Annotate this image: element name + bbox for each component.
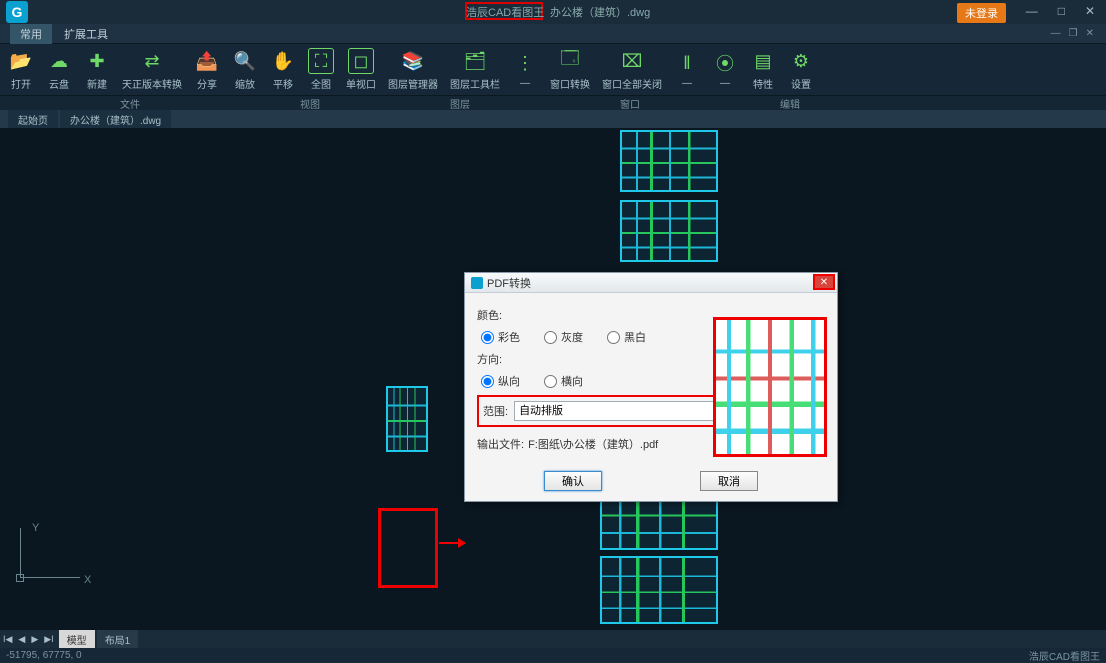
radio-dir-portrait[interactable]: 纵向: [481, 373, 520, 389]
pdf-convert-dialog: PDF转换 ✕ 颜色: 彩色 灰度 黑白 方向: 纵向 横向 范围: 自动排版 …: [464, 272, 838, 502]
document-tabs: 起始页 办公楼（建筑）.dwg: [0, 110, 1106, 128]
group-window: 窗口: [580, 96, 680, 110]
ucs-y-label: Y: [32, 522, 39, 534]
viewport-button[interactable]: ◻单视口: [346, 48, 376, 91]
watermark: 浩辰CAD看图王: [1029, 648, 1100, 663]
group-layer: 图层: [410, 96, 510, 110]
dialog-title: PDF转换: [487, 275, 531, 291]
drawing-thumb-2: [620, 200, 718, 262]
p2-icon: ⦿: [712, 50, 738, 76]
p1-button[interactable]: ‖—: [674, 50, 700, 89]
doc-window-controls: — ❐ ✕: [1051, 28, 1094, 39]
login-button[interactable]: 未登录: [957, 3, 1006, 23]
ribbon-toolbar: 📂打开 ☁云盘 ✚新建 ⇄天正版本转换 📤分享 🔍缩放 ✋平移 ⛶全图 ◻单视口…: [0, 44, 1106, 96]
share-icon: 📤: [194, 48, 220, 74]
doc-restore[interactable]: ❐: [1069, 28, 1078, 39]
radio-color-bw[interactable]: 黑白: [607, 329, 646, 345]
ribbon-group-labels: 文件 视图 图层 窗口 编辑: [0, 96, 1106, 110]
nav-last[interactable]: ▶I: [41, 634, 56, 645]
cloud-button[interactable]: ☁云盘: [46, 48, 72, 91]
viewport-icon: ◻: [348, 48, 374, 74]
maximize-button[interactable]: □: [1053, 2, 1070, 20]
drawing-thumb-small: [386, 386, 428, 452]
pan-button[interactable]: ✋平移: [270, 48, 296, 91]
dialog-body: 颜色: 彩色 灰度 黑白 方向: 纵向 横向 范围: 自动排版 窗口 输出文件:…: [465, 293, 837, 465]
nav-prev[interactable]: ◀: [15, 634, 28, 645]
window-closeall-button[interactable]: ⌧窗口全部关闭: [602, 48, 662, 91]
menu-bar: 常用 扩展工具: [0, 24, 1106, 44]
settings-icon: ⚙: [788, 48, 814, 74]
p1-icon: ‖: [674, 50, 700, 76]
tab-start[interactable]: 起始页: [8, 110, 58, 129]
win-icon: 🗔: [557, 48, 583, 74]
misc-button[interactable]: ⋮—: [512, 50, 538, 89]
app-title: 浩辰CAD看图王: [466, 4, 544, 20]
misc-icon: ⋮: [512, 50, 538, 76]
nav-first[interactable]: I◀: [0, 634, 15, 645]
group-view: 视图: [260, 96, 360, 110]
ok-button[interactable]: 确认: [544, 471, 602, 491]
dialog-title-icon: [471, 277, 483, 289]
document-name: 办公楼（建筑）.dwg: [550, 4, 650, 20]
tab-layout1[interactable]: 布局1: [97, 630, 139, 649]
group-file: 文件: [80, 96, 180, 110]
range-label: 范围:: [483, 403, 508, 419]
layers-icon: 📚: [400, 48, 426, 74]
props-icon: ▤: [750, 48, 776, 74]
open-button[interactable]: 📂打开: [8, 48, 34, 91]
menu-ext-tools[interactable]: 扩展工具: [54, 24, 118, 44]
properties-button[interactable]: ▤特性: [750, 48, 776, 91]
model-layout-tabs: I◀ ◀ ▶ ▶I 模型 布局1: [0, 630, 1106, 648]
convert-button[interactable]: ⇄天正版本转换: [122, 48, 182, 91]
dialog-preview: [713, 317, 827, 457]
window-switch-button[interactable]: 🗔窗口转换: [550, 48, 590, 91]
ucs-x-label: X: [84, 574, 91, 586]
dialog-buttons: 确认 取消: [465, 465, 837, 501]
selection-highlight: [378, 508, 438, 588]
zoom-button[interactable]: 🔍缩放: [232, 48, 258, 91]
app-logo: G: [6, 1, 28, 23]
convert-icon: ⇄: [139, 48, 165, 74]
close-button[interactable]: ✕: [1080, 2, 1100, 20]
radio-dir-landscape[interactable]: 横向: [544, 373, 583, 389]
annotation-arrow: [439, 542, 465, 544]
drawing-thumb-4: [600, 556, 718, 624]
status-bar: -51795, 67775, 0 浩辰CAD看图王: [0, 648, 1106, 662]
tab-model[interactable]: 模型: [59, 630, 95, 649]
cancel-button[interactable]: 取消: [700, 471, 758, 491]
cloud-icon: ☁: [46, 48, 72, 74]
pan-icon: ✋: [270, 48, 296, 74]
menu-common[interactable]: 常用: [10, 24, 52, 44]
new-icon: ✚: [84, 48, 110, 74]
doc-minimize[interactable]: —: [1051, 28, 1061, 39]
title-bar: G 浩辰CAD看图王 办公楼（建筑）.dwg 未登录 — □ ✕: [0, 0, 1106, 24]
dialog-titlebar[interactable]: PDF转换 ✕: [465, 273, 837, 293]
group-edit: 编辑: [740, 96, 840, 110]
output-label: 输出文件:: [477, 436, 524, 452]
zoom-icon: 🔍: [232, 48, 258, 74]
radio-color-full[interactable]: 彩色: [481, 329, 520, 345]
layer-toolbar-button[interactable]: 🗂图层工具栏: [450, 48, 500, 91]
nav-next[interactable]: ▶: [28, 634, 41, 645]
new-button[interactable]: ✚新建: [84, 48, 110, 91]
tab-document[interactable]: 办公楼（建筑）.dwg: [60, 110, 171, 129]
drawing-thumb-1: [620, 130, 718, 192]
coordinates: -51795, 67775, 0: [6, 650, 82, 661]
doc-close[interactable]: ✕: [1086, 28, 1094, 39]
p2-button[interactable]: ⦿—: [712, 50, 738, 89]
minimize-button[interactable]: —: [1021, 2, 1043, 20]
layer-manager-button[interactable]: 📚图层管理器: [388, 48, 438, 91]
share-button[interactable]: 📤分享: [194, 48, 220, 91]
radio-color-gray[interactable]: 灰度: [544, 329, 583, 345]
open-icon: 📂: [8, 48, 34, 74]
fit-button[interactable]: ⛶全图: [308, 48, 334, 91]
layertb-icon: 🗂: [462, 48, 488, 74]
fit-icon: ⛶: [308, 48, 334, 74]
dialog-close-button[interactable]: ✕: [813, 274, 835, 290]
window-controls: — □ ✕: [1021, 2, 1100, 20]
winclose-icon: ⌧: [619, 48, 645, 74]
settings-button[interactable]: ⚙设置: [788, 48, 814, 91]
